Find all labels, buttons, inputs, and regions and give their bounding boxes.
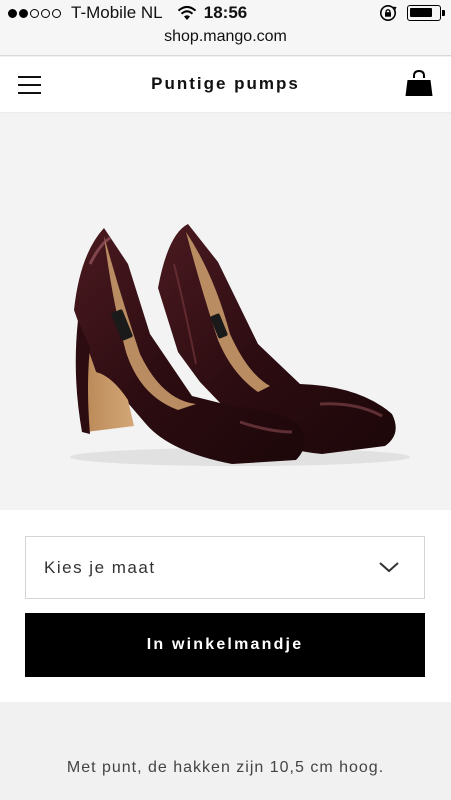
patent-pumps-image [70,224,410,466]
address-bar-url[interactable]: shop.mango.com [0,28,451,46]
add-to-cart-button[interactable]: In winkelmandje [25,613,425,677]
add-to-cart-label: In winkelmandje [146,636,304,653]
chevron-down-icon [379,562,399,573]
site-header: Puntige pumps [0,57,451,113]
purchase-controls: Kies je maat In winkelmandje [0,510,451,702]
rotation-lock-icon [380,5,397,21]
size-select-label: Kies je maat [44,558,156,577]
shopping-bag-icon[interactable] [404,69,434,99]
product-image[interactable] [0,114,451,510]
page-title: Puntige pumps [151,74,300,93]
status-bar: T-Mobile NL 18:56 shop.mango.com [0,0,451,56]
size-select[interactable]: Kies je maat [25,536,425,599]
description-text: Met punt, de hakken zijn 10,5 cm hoog. [66,759,385,776]
product-description: Met punt, de hakken zijn 10,5 cm hoog. [0,702,451,800]
battery-icon [407,5,445,21]
